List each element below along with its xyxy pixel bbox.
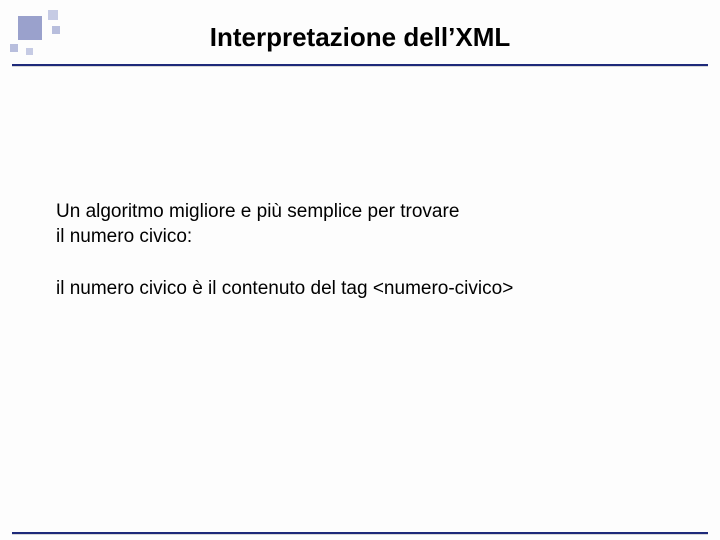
p1-line2: il numero civico:: [56, 226, 192, 247]
top-rule: [12, 64, 708, 66]
p1-line1: Un algoritmo migliore e più semplice per…: [56, 201, 459, 222]
deco-square: [48, 10, 58, 20]
slide-body: Un algoritmo migliore e più semplice per…: [56, 200, 680, 302]
paragraph-1: Un algoritmo migliore e più semplice per…: [56, 200, 680, 249]
paragraph-2: il numero civico è il contenuto del tag …: [56, 277, 680, 302]
slide-title: Interpretazione dell’XML: [0, 22, 720, 53]
bottom-rule: [12, 532, 708, 534]
